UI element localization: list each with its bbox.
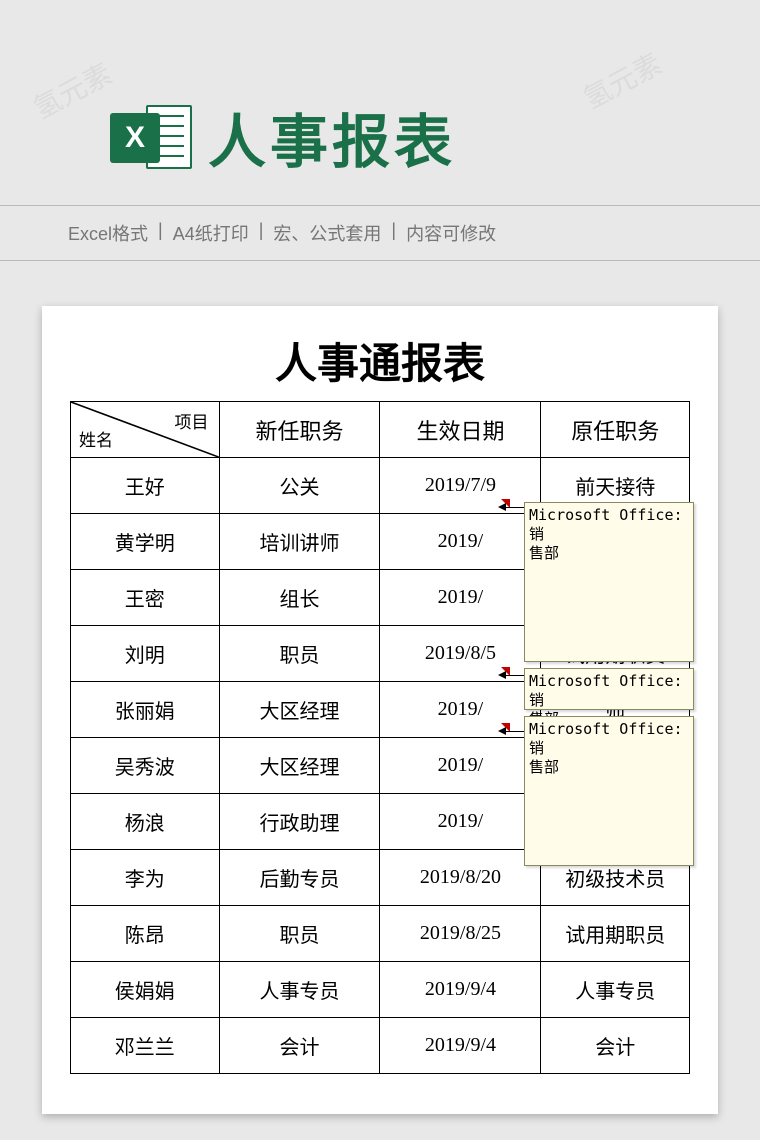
cell-date[interactable]: 2019/	[380, 514, 541, 570]
header-diagonal-cell: 项目 姓名	[71, 402, 220, 458]
excel-icon-letter: X	[125, 121, 145, 155]
cell-name[interactable]: 吴秀波	[71, 738, 220, 794]
cell-name[interactable]: 王密	[71, 570, 220, 626]
comment-leader	[506, 507, 524, 508]
cell-date[interactable]: 2019/8/5	[380, 626, 541, 682]
col-header-date: 生效日期	[380, 402, 541, 458]
sheet-title: 人事通报表	[70, 330, 690, 391]
cell-date[interactable]: 2019/8/25	[380, 906, 541, 962]
cell-old_pos[interactable]: 试用期职员	[541, 906, 690, 962]
cell-new_pos[interactable]: 行政助理	[219, 794, 380, 850]
cell-new_pos[interactable]: 会计	[219, 1018, 380, 1074]
comment-popup[interactable]: Microsoft Office:销 售部	[524, 502, 694, 662]
table-row: 侯娟娟人事专员2019/9/4人事专员	[71, 962, 690, 1018]
comment-leader	[506, 675, 524, 676]
cell-date[interactable]: 2019/7/9	[380, 458, 541, 514]
cell-new_pos[interactable]: 公关	[219, 458, 380, 514]
cell-date[interactable]: 2019/9/4	[380, 1018, 541, 1074]
cell-date[interactable]: 2019/8/20	[380, 850, 541, 906]
cell-new_pos[interactable]: 组长	[219, 570, 380, 626]
subheader-item: Excel格式	[68, 220, 148, 246]
cell-name[interactable]: 邓兰兰	[71, 1018, 220, 1074]
cell-name[interactable]: 王好	[71, 458, 220, 514]
comment-text: Microsoft Office:销	[529, 506, 683, 543]
cell-date[interactable]: 2019/	[380, 794, 541, 850]
cell-name[interactable]: 黄学明	[71, 514, 220, 570]
cell-date[interactable]: 2019/9/4	[380, 962, 541, 1018]
cell-name[interactable]: 李为	[71, 850, 220, 906]
cell-new_pos[interactable]: 职员	[219, 906, 380, 962]
diag-label-top: 项目	[175, 408, 209, 433]
cell-new_pos[interactable]: 大区经理	[219, 738, 380, 794]
comment-popup[interactable]: Microsoft Office:销 售部	[524, 716, 694, 866]
comment-text: 售部	[529, 758, 559, 776]
subheader-item: 宏、公式套用	[273, 220, 381, 246]
cell-old_pos[interactable]: 会计	[541, 1018, 690, 1074]
comment-popup[interactable]: Microsoft Office:销 售部	[524, 668, 694, 710]
cell-new_pos[interactable]: 培训讲师	[219, 514, 380, 570]
cell-date[interactable]: 2019/	[380, 738, 541, 794]
cell-name[interactable]: 张丽娟	[71, 682, 220, 738]
arrow-icon	[498, 727, 506, 735]
col-header-new-pos: 新任职务	[219, 402, 380, 458]
page-header: X 人事报表	[0, 0, 760, 187]
cell-new_pos[interactable]: 大区经理	[219, 682, 380, 738]
page-title: 人事报表	[208, 95, 456, 179]
cell-old_pos[interactable]: 人事专员	[541, 962, 690, 1018]
cell-name[interactable]: 杨浪	[71, 794, 220, 850]
cell-date[interactable]: 2019/	[380, 682, 541, 738]
comment-text: 售部	[529, 544, 559, 562]
comment-leader	[506, 731, 524, 732]
cell-name[interactable]: 侯娟娟	[71, 962, 220, 1018]
table-row: 邓兰兰会计2019/9/4会计	[71, 1018, 690, 1074]
cell-name[interactable]: 陈昂	[71, 906, 220, 962]
diag-label-bottom: 姓名	[79, 426, 113, 451]
cell-name[interactable]: 刘明	[71, 626, 220, 682]
comment-text: Microsoft Office:销	[529, 720, 683, 757]
cell-new_pos[interactable]: 职员	[219, 626, 380, 682]
col-header-old-pos: 原任职务	[541, 402, 690, 458]
subheader: Excel格式| A4纸打印| 宏、公式套用| 内容可修改	[0, 205, 760, 261]
cell-new_pos[interactable]: 后勤专员	[219, 850, 380, 906]
cell-new_pos[interactable]: 人事专员	[219, 962, 380, 1018]
spreadsheet-page: 人事通报表 项目 姓名 新任职务 生效日期 原任职务 王好公关2019/7/9前…	[42, 306, 718, 1114]
excel-icon: X	[110, 95, 194, 179]
table-row: 陈昂职员2019/8/25试用期职员	[71, 906, 690, 962]
comment-text: Microsoft Office:销	[529, 672, 683, 709]
subheader-item: 内容可修改	[406, 220, 496, 246]
cell-date[interactable]: 2019/	[380, 570, 541, 626]
arrow-icon	[498, 503, 506, 511]
arrow-icon	[498, 671, 506, 679]
subheader-item: A4纸打印	[173, 220, 249, 246]
